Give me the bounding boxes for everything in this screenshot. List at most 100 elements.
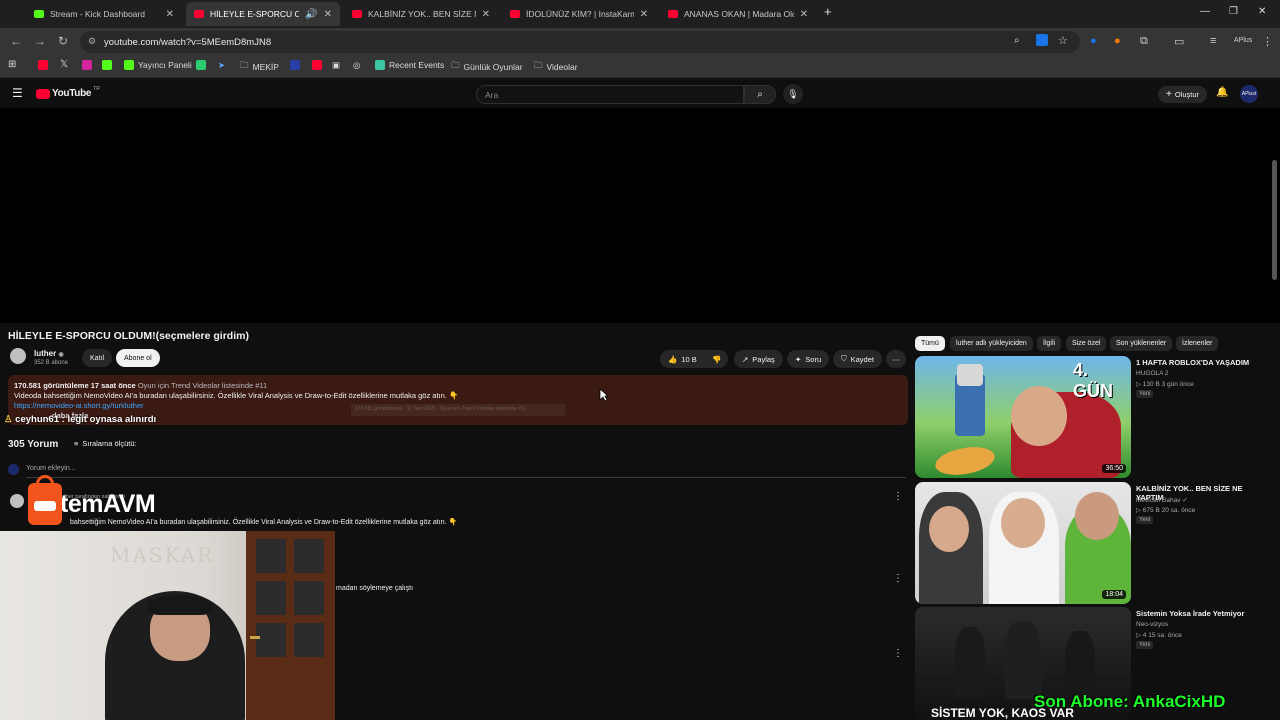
bookmark-videolar[interactable]: 🗀 Videolar bbox=[534, 60, 578, 74]
bookmark-blue[interactable] bbox=[290, 60, 300, 70]
like-button[interactable]: 👍 10 B bbox=[660, 350, 706, 368]
create-button[interactable]: + Oluştur bbox=[1158, 86, 1208, 103]
bookmark-recent-events[interactable]: Recent Events bbox=[375, 60, 444, 70]
related-channel: Mevlcan Bahav ✓ bbox=[1136, 497, 1188, 504]
reading-list-icon[interactable]: ≡ bbox=[1210, 35, 1216, 47]
comment-input-underline bbox=[26, 477, 906, 478]
save-button[interactable]: ⛉ Kaydet bbox=[833, 350, 882, 368]
minimize-button[interactable]: — bbox=[1200, 6, 1210, 17]
forward-arrow-icon[interactable]: → bbox=[34, 34, 46, 48]
related-title: 1 HAFTA ROBLOX'DA YAŞADIM bbox=[1136, 358, 1250, 367]
share-icon: ↗ bbox=[742, 354, 749, 364]
bookmark-yayinci-paneli[interactable]: Yayıncı Paneli bbox=[124, 60, 192, 70]
sidepanel-icon[interactable]: ▭ bbox=[1174, 35, 1184, 48]
tab-ananas[interactable]: ANANAS OKAN | Madara Oldu ✕ bbox=[660, 2, 816, 26]
video-player[interactable] bbox=[0, 108, 1280, 323]
apps-grid-icon[interactable]: ⊞ bbox=[8, 59, 16, 70]
close-icon[interactable]: ✕ bbox=[166, 9, 174, 20]
back-arrow-icon[interactable]: ← bbox=[10, 34, 22, 48]
new-tab-button[interactable]: + bbox=[824, 4, 832, 19]
play-icon[interactable]: ➤ bbox=[218, 60, 225, 71]
bookmark-mekip[interactable]: 🗀 MEKİP bbox=[240, 60, 279, 74]
tab-kalbiniz[interactable]: KALBİNİZ YOK.. BEN SİZE NE YA ✕ bbox=[344, 2, 498, 26]
video-title: HİLEYLE E-SPORCU OLDUM!(seçmelere girdim… bbox=[8, 330, 249, 342]
sort-button[interactable]: ≡ Sıralama ölçütü: bbox=[74, 439, 137, 448]
bookmark-label: MEKİP bbox=[252, 62, 279, 72]
zoom-icon[interactable]: ⌕ bbox=[1014, 35, 1020, 46]
tab-title: KALBİNİZ YOK.. BEN SİZE NE YA bbox=[368, 9, 476, 19]
description-link[interactable]: https://nemovideo-ai.short.gy/turkluther bbox=[14, 401, 144, 410]
bookmark-app[interactable] bbox=[196, 60, 206, 70]
tab-idolunuz[interactable]: İDOLÜNÜZ KİM? | InstaKarma ✕ bbox=[502, 2, 656, 26]
tab-kick-dashboard[interactable]: Stream - Kick Dashboard ✕ bbox=[26, 2, 182, 26]
address-bar[interactable]: ⚙ youtube.com/watch?v=5MEemD8mJN8 ⌕ ☆ bbox=[80, 31, 1080, 53]
comment-menu-icon[interactable]: ⋮ bbox=[893, 491, 903, 502]
image-icon[interactable]: ▣ bbox=[332, 60, 340, 71]
tab-active-video[interactable]: HİLEYLE E-SPORCU OLDUM 🔊 ✕ bbox=[186, 2, 340, 26]
add-comment-input[interactable]: Yorum ekleyin... bbox=[26, 465, 76, 472]
bookmark-instagram[interactable] bbox=[82, 60, 92, 70]
bookmark-gunluk-oyunlar[interactable]: 🗀 Günlük Oyunlar bbox=[451, 60, 523, 74]
chip-from-uploader[interactable]: luther adlı yükleyiciden bbox=[950, 336, 1033, 351]
thumbs-up-icon: 👍 bbox=[668, 354, 678, 364]
chip-recent[interactable]: Son yüklenenler bbox=[1110, 336, 1173, 351]
chip-related[interactable]: İlgili bbox=[1037, 336, 1062, 351]
tab-title: İDOLÜNÜZ KİM? | InstaKarma bbox=[526, 9, 634, 19]
dislike-button[interactable]: 👎 bbox=[706, 350, 728, 368]
profile-avatar[interactable]: APlus bbox=[1234, 37, 1252, 44]
microphone-icon[interactable]: 🎙 bbox=[783, 84, 803, 104]
video-thumbnail[interactable]: 4. GÜN 36:50 bbox=[915, 356, 1131, 478]
comment-text: madan söylemeye çalıştı bbox=[336, 585, 414, 592]
comment-menu-icon[interactable]: ⋮ bbox=[893, 573, 903, 584]
extension-icon[interactable]: ● bbox=[1090, 35, 1097, 47]
close-icon[interactable]: ✕ bbox=[640, 9, 648, 20]
bookmark-star-icon[interactable]: ☆ bbox=[1058, 34, 1068, 47]
related-video[interactable]: 18:04 KALBİNİZ YOK.. BEN SİZE NE YAPTIM … bbox=[915, 482, 1275, 604]
channel-avatar[interactable] bbox=[10, 348, 26, 364]
youtube-icon bbox=[510, 10, 520, 18]
x-icon[interactable]: 𝕏 bbox=[60, 59, 68, 70]
folder-icon: 🗀 bbox=[240, 60, 249, 70]
latest-subscriber-overlay: Son Abone: AnkaCixHD bbox=[1034, 692, 1226, 711]
share-button[interactable]: ↗ Paylaş bbox=[734, 350, 783, 368]
bell-icon[interactable]: 🔔 bbox=[1216, 87, 1228, 98]
chip-all[interactable]: Tümü bbox=[915, 336, 945, 351]
channel-name[interactable]: luther ◉ bbox=[34, 349, 64, 358]
comment-menu-icon[interactable]: ⋮ bbox=[893, 648, 903, 659]
new-badge: Yeni bbox=[1136, 390, 1154, 398]
browser-toolbar: ← → ↻ ⚙ youtube.com/watch?v=5MEemD8mJN8 … bbox=[0, 28, 1280, 56]
globe-icon[interactable]: ◎ bbox=[353, 60, 360, 71]
close-icon[interactable]: ✕ bbox=[800, 9, 808, 20]
speaker-icon[interactable]: 🔊 bbox=[305, 9, 317, 20]
menu-icon[interactable]: ☰ bbox=[12, 86, 23, 100]
close-window-button[interactable]: ✕ bbox=[1258, 6, 1266, 17]
search-input[interactable]: Ara bbox=[476, 85, 744, 104]
reload-icon[interactable]: ↻ bbox=[58, 34, 68, 48]
restore-button[interactable]: ❐ bbox=[1229, 6, 1238, 17]
description-stats: 170.581 görüntüleme 17 saat önce Oyun iç… bbox=[14, 381, 267, 390]
subscribe-button[interactable]: Abone ol bbox=[116, 349, 160, 367]
related-video[interactable]: 4. GÜN 36:50 1 HAFTA ROBLOX'DA YAŞADIM H… bbox=[915, 356, 1275, 478]
site-info-icon[interactable]: ⚙ bbox=[88, 36, 96, 47]
youtube-logo[interactable]: YouTube TR bbox=[36, 86, 100, 99]
close-icon[interactable]: ✕ bbox=[324, 9, 332, 20]
avatar[interactable]: APlust bbox=[1240, 85, 1258, 103]
extension-icon[interactable]: ● bbox=[1114, 35, 1121, 47]
puzzle-icon[interactable]: ⧉ bbox=[1140, 35, 1148, 48]
close-icon[interactable]: ✕ bbox=[482, 9, 490, 20]
video-duration: 36:50 bbox=[1102, 464, 1126, 473]
bookmark-youtube[interactable] bbox=[38, 60, 48, 70]
join-button[interactable]: Katıl bbox=[82, 349, 113, 367]
related-meta: ▷ 4 15 sa. önce bbox=[1136, 632, 1182, 639]
translate-icon[interactable] bbox=[1036, 34, 1048, 46]
bookmark-youtube[interactable] bbox=[312, 60, 322, 70]
bookmark-kick[interactable] bbox=[102, 60, 112, 70]
chip-for-you[interactable]: Size özel bbox=[1066, 336, 1107, 351]
more-actions-button[interactable]: ⋯ bbox=[886, 350, 906, 368]
video-thumbnail[interactable]: 18:04 bbox=[915, 482, 1131, 604]
chip-watched[interactable]: İzlenenler bbox=[1176, 336, 1219, 351]
search-button[interactable]: ⌕ bbox=[744, 85, 776, 104]
page-scrollbar[interactable] bbox=[1272, 160, 1277, 280]
ask-button[interactable]: ✦ Soru bbox=[787, 350, 830, 368]
kebab-menu-icon[interactable]: ⋮ bbox=[1262, 35, 1273, 48]
